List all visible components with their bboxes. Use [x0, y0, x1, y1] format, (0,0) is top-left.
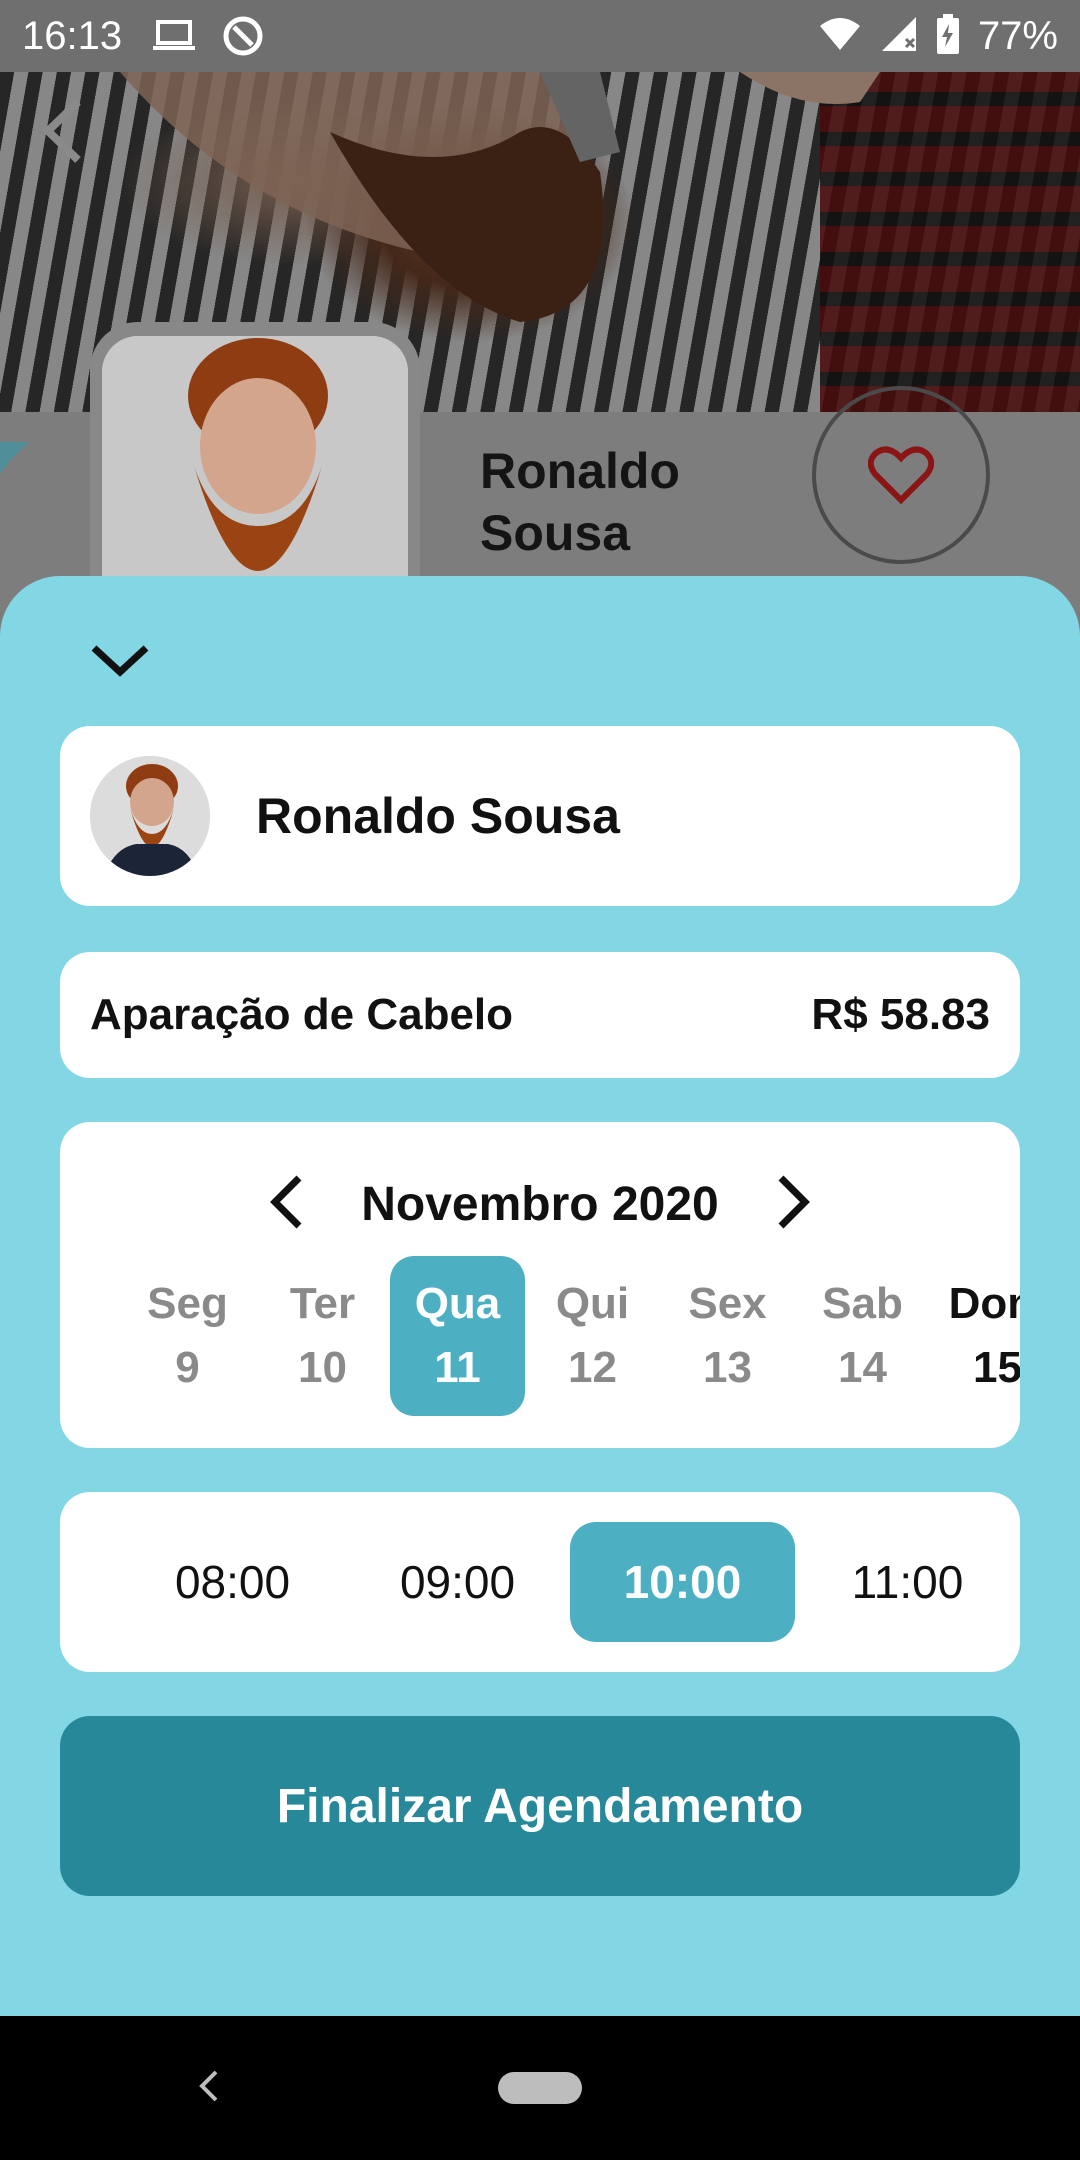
profile-name: Ronaldo Sousa — [480, 443, 680, 561]
time-slot[interactable]: 11:00 — [795, 1522, 1020, 1642]
day-name: Dom — [948, 1279, 1020, 1328]
time-slot-selected[interactable]: 10:00 — [570, 1522, 795, 1642]
barber-name: Ronaldo Sousa — [256, 788, 620, 844]
heart-icon — [868, 446, 934, 504]
day-number: 13 — [703, 1343, 752, 1392]
avatar — [90, 756, 210, 876]
day-name: Qui — [555, 1279, 630, 1328]
nav-back-icon — [199, 2070, 218, 2102]
battery-percent: 77% — [977, 13, 1058, 58]
day-number: 9 — [175, 1343, 200, 1392]
navigation-bar — [0, 2016, 1080, 2160]
barber-card: Ronaldo Sousa — [60, 726, 1020, 906]
wifi-icon — [818, 16, 862, 57]
day-number: 10 — [298, 1343, 347, 1392]
time-slot[interactable]: 09:00 — [345, 1522, 570, 1642]
finish-booking-button[interactable]: Finalizar Agendamento — [60, 1716, 1020, 1896]
day-name: Seg — [147, 1279, 228, 1328]
day-list: Seg 9 Ter 10 Qua 11 Qui 12 Sex 13 Sab 14 — [120, 1256, 1020, 1416]
chevron-left-icon — [42, 99, 81, 163]
day-number: 11 — [434, 1343, 481, 1392]
day-item[interactable]: Dom 15 — [930, 1256, 1020, 1416]
back-button[interactable] — [36, 96, 92, 171]
day-item[interactable]: Sex 13 — [660, 1256, 795, 1416]
day-number: 15 — [973, 1343, 1020, 1392]
signal-icon — [880, 15, 918, 58]
day-name: Sab — [822, 1279, 903, 1328]
chevron-down-icon — [91, 645, 149, 677]
chevron-left-icon — [270, 1175, 302, 1229]
date-picker-card: Novembro 2020 Seg 9 Ter 10 Qua 11 Qui 12 — [60, 1122, 1020, 1448]
next-month-button[interactable] — [773, 1174, 813, 1235]
status-bar: 16:13 77% — [0, 0, 1080, 72]
day-item[interactable]: Ter 10 — [255, 1256, 390, 1416]
booking-sheet: Ronaldo Sousa Aparação de Cabelo R$ 58.8… — [0, 576, 1080, 2016]
day-name: Sex — [688, 1279, 767, 1328]
favorite-button[interactable] — [812, 386, 990, 564]
battery-charging-icon — [936, 13, 960, 59]
laptop-icon — [152, 19, 196, 53]
day-item-selected[interactable]: Qua 11 — [390, 1256, 525, 1416]
month-label: Novembro 2020 — [361, 1178, 719, 1231]
status-time: 16:13 — [22, 13, 123, 58]
sync-icon — [222, 15, 264, 57]
day-item[interactable]: Sab 14 — [795, 1256, 930, 1416]
day-number: 14 — [838, 1343, 887, 1392]
day-name: Qua — [414, 1279, 501, 1328]
time-picker-card: 08:00 09:00 10:00 11:00 — [60, 1492, 1020, 1672]
collapse-button[interactable] — [88, 640, 152, 685]
time-slot[interactable]: 08:00 — [120, 1522, 345, 1642]
nav-back-button[interactable] — [196, 2068, 220, 2109]
service-name: Aparação de Cabelo — [90, 990, 514, 1039]
prev-month-button[interactable] — [267, 1174, 307, 1235]
day-number: 12 — [568, 1343, 617, 1392]
chevron-right-icon — [778, 1175, 810, 1229]
service-card: Aparação de Cabelo R$ 58.83 — [60, 952, 1020, 1078]
service-price: R$ 58.83 — [811, 990, 990, 1039]
month-selector: Novembro 2020 — [60, 1174, 1020, 1235]
nav-home-button[interactable] — [498, 2072, 582, 2104]
day-name: Ter — [289, 1279, 356, 1328]
day-item[interactable]: Seg 9 — [120, 1256, 255, 1416]
day-item[interactable]: Qui 12 — [525, 1256, 660, 1416]
